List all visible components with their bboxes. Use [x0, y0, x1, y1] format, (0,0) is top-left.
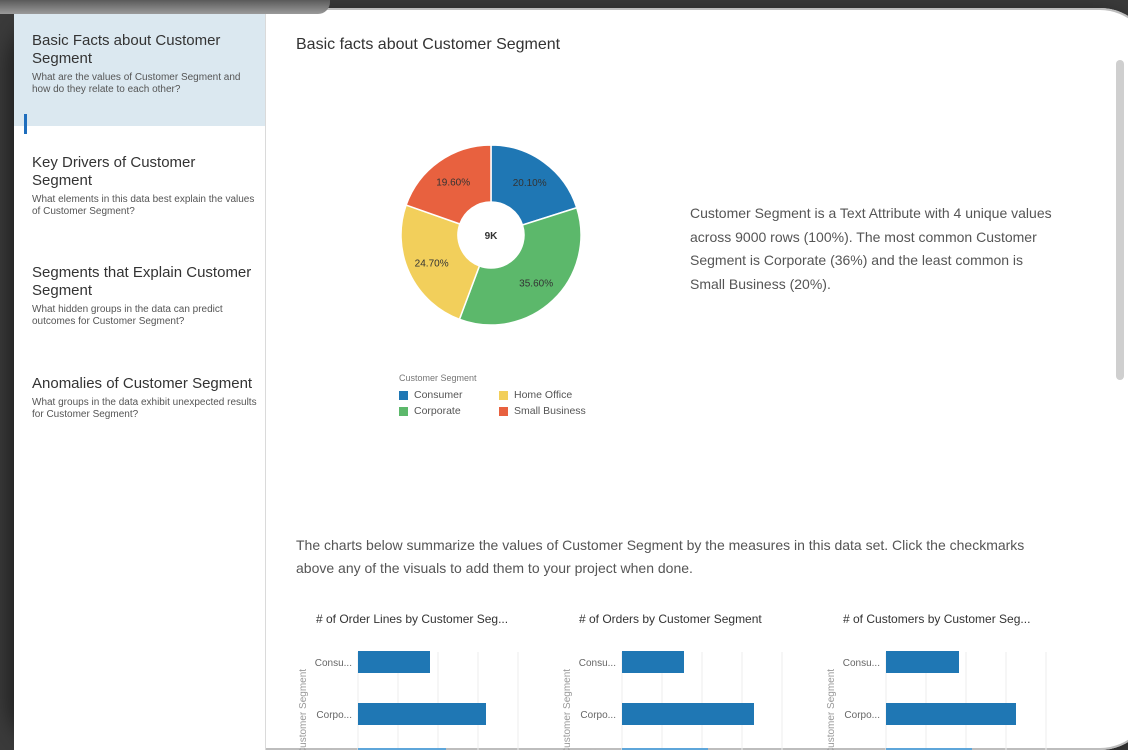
- legend-item[interactable]: Consumer: [399, 389, 499, 401]
- bar-category-label: Corpo...: [580, 710, 616, 721]
- legend-swatch: [399, 406, 408, 416]
- legend-item[interactable]: Small Business: [499, 405, 599, 417]
- sidebar-item-anomalies[interactable]: Anomalies of Customer Segment What group…: [14, 375, 265, 421]
- legend-swatch: [499, 406, 508, 416]
- legend-item[interactable]: Home Office: [499, 389, 599, 401]
- bar-chart-order-lines: Customer SegmentConsu...Corpo...Home: [298, 651, 519, 750]
- pie-chart: 20.10% 35.60% 24.70% 19.60% 9K: [400, 144, 582, 326]
- bar-category-label: Consu...: [315, 658, 352, 669]
- slice-label: 20.10%: [513, 178, 547, 189]
- page-title: Basic facts about Customer Segment: [296, 36, 561, 53]
- sidebar-item-basic-facts[interactable]: Basic Facts about Customer Segment What …: [14, 14, 265, 126]
- sidebar-item-key-drivers[interactable]: Key Drivers of Customer Segment What ele…: [14, 154, 265, 218]
- axis-label: Customer Segment: [562, 669, 573, 750]
- title-shadow: [0, 0, 330, 14]
- bar: [886, 651, 959, 673]
- sidebar-item-desc: What hidden groups in the data can predi…: [32, 304, 223, 327]
- bar-chart-orders: Customer SegmentConsu...Corpo...Home: [562, 651, 783, 750]
- sidebar: Basic Facts about Customer Segment What …: [14, 14, 266, 750]
- active-indicator: [24, 114, 27, 134]
- bar-chart-customers: Customer SegmentConsu...Corpo...Home: [826, 651, 1047, 750]
- bar-category-label: Consu...: [843, 658, 880, 669]
- sidebar-item-desc: What elements in this data best explain …: [32, 194, 255, 217]
- bar: [358, 651, 430, 673]
- sidebar-item-desc: What are the values of Customer Segment …: [32, 72, 241, 95]
- sidebar-item-desc: What groups in the data exhibit unexpect…: [32, 397, 257, 420]
- slice-label: 19.60%: [436, 178, 470, 189]
- pie-legend: Customer Segment Consumer Home Office Co…: [399, 373, 599, 417]
- bar-category-label: Corpo...: [316, 710, 352, 721]
- chart-title-order-lines: # of Order Lines by Customer Seg...: [316, 612, 509, 626]
- bar: [622, 651, 684, 673]
- legend-label: Small Business: [514, 405, 586, 417]
- bar-category-label: Consu...: [579, 658, 616, 669]
- legend-item[interactable]: Corporate: [399, 405, 499, 417]
- sidebar-item-title: Key Drivers of Customer Segment: [32, 154, 196, 189]
- bar: [622, 703, 754, 725]
- summary-text: Customer Segment is a Text Attribute wit…: [690, 205, 1052, 292]
- slice-label: 24.70%: [415, 259, 449, 270]
- bar: [886, 703, 1016, 725]
- main-content: Basic facts about Customer Segment 20.10…: [266, 14, 1116, 750]
- chart-title-customers: # of Customers by Customer Seg...: [843, 612, 1031, 626]
- axis-label: Customer Segment: [826, 669, 837, 750]
- pie-center-label: 9K: [485, 231, 499, 242]
- legend-swatch: [499, 390, 508, 400]
- slice-label: 35.60%: [519, 278, 553, 289]
- sidebar-item-title: Anomalies of Customer Segment: [32, 375, 253, 392]
- bar: [358, 703, 486, 725]
- legend-label: Consumer: [414, 389, 463, 401]
- axis-label: Customer Segment: [298, 669, 309, 750]
- legend-label: Corporate: [414, 405, 461, 417]
- scrollbar[interactable]: [1116, 60, 1124, 380]
- intro-text: The charts below summarize the values of…: [296, 537, 1025, 576]
- legend-title: Customer Segment: [399, 373, 477, 383]
- sidebar-item-segments[interactable]: Segments that Explain Customer Segment W…: [14, 264, 265, 328]
- bar-category-label: Corpo...: [844, 710, 880, 721]
- sidebar-item-title: Basic Facts about Customer Segment: [32, 32, 221, 67]
- sidebar-item-title: Segments that Explain Customer Segment: [32, 264, 252, 299]
- chart-title-orders: # of Orders by Customer Segment: [579, 612, 762, 626]
- legend-label: Home Office: [514, 389, 573, 401]
- legend-swatch: [399, 390, 408, 400]
